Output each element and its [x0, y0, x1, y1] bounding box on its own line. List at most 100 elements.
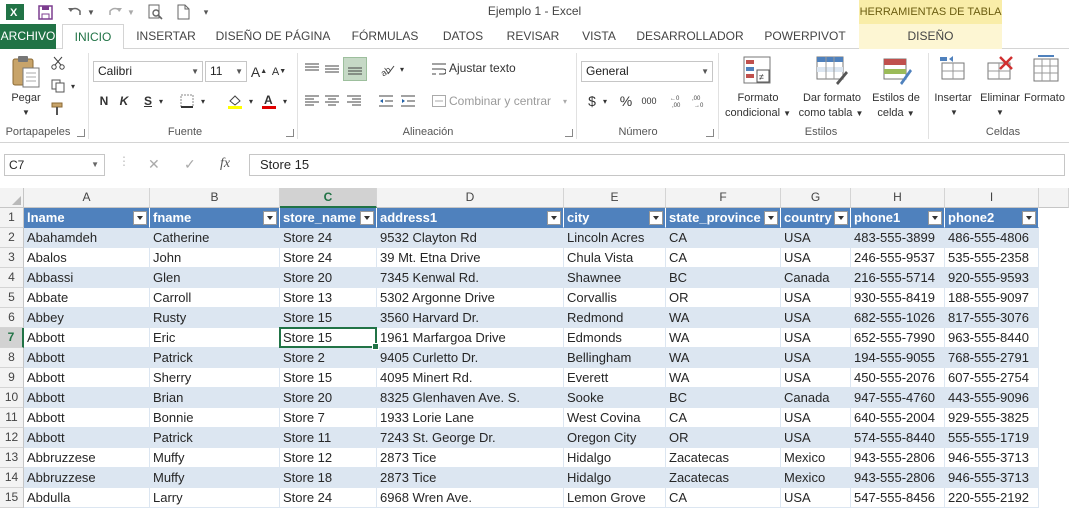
- table-header-phone2[interactable]: phone2: [945, 208, 1039, 228]
- table-cell[interactable]: Redmond: [564, 308, 666, 328]
- cancel-formula-icon[interactable]: ✕: [148, 156, 160, 173]
- borders-dropdown-icon[interactable]: ▾: [198, 91, 208, 111]
- table-cell[interactable]: 943-555-2806: [851, 468, 945, 488]
- formula-input[interactable]: Store 15: [249, 154, 1065, 176]
- font-launcher-icon[interactable]: [286, 129, 294, 137]
- table-cell[interactable]: 7243 St. George Dr.: [377, 428, 564, 448]
- align-right-icon[interactable]: [344, 91, 364, 111]
- font-size-select[interactable]: 11 ▼: [205, 61, 247, 82]
- table-cell[interactable]: 1933 Lorie Lane: [377, 408, 564, 428]
- table-cell[interactable]: 188-555-9097: [945, 288, 1039, 308]
- insert-dropdown-icon[interactable]: ▼: [948, 105, 960, 120]
- table-cell[interactable]: Carroll: [150, 288, 280, 308]
- table-cell[interactable]: Bellingham: [564, 348, 666, 368]
- table-cell[interactable]: 555-555-1719: [945, 428, 1039, 448]
- table-cell[interactable]: Store 7: [280, 408, 377, 428]
- table-cell[interactable]: Abdulla: [24, 488, 150, 508]
- table-cell[interactable]: 947-555-4760: [851, 388, 945, 408]
- table-cell[interactable]: Edmonds: [564, 328, 666, 348]
- table-cell[interactable]: 1961 Marfargoa Drive: [377, 328, 564, 348]
- currency-dropdown-icon[interactable]: ▾: [600, 91, 610, 111]
- table-cell[interactable]: Larry: [150, 488, 280, 508]
- table-cell[interactable]: USA: [781, 228, 851, 248]
- delete-dropdown-icon[interactable]: ▼: [994, 105, 1006, 120]
- table-cell[interactable]: Abbott: [24, 388, 150, 408]
- table-cell[interactable]: 607-555-2754: [945, 368, 1039, 388]
- table-cell[interactable]: Abbott: [24, 428, 150, 448]
- filter-dropdown-icon[interactable]: [649, 211, 663, 225]
- table-cell[interactable]: Mexico: [781, 448, 851, 468]
- table-cell[interactable]: USA: [781, 288, 851, 308]
- shrink-font-button[interactable]: A ▼: [270, 61, 288, 82]
- column-header-f[interactable]: F: [666, 188, 781, 208]
- column-header-e[interactable]: E: [564, 188, 666, 208]
- table-cell[interactable]: OR: [666, 288, 781, 308]
- table-cell[interactable]: Muffy: [150, 468, 280, 488]
- table-cell[interactable]: OR: [666, 428, 781, 448]
- table-cell[interactable]: Store 24: [280, 228, 377, 248]
- paste-dropdown-icon[interactable]: ▼: [20, 105, 32, 120]
- table-cell[interactable]: Store 11: [280, 428, 377, 448]
- conditional-format-button[interactable]: Formato: [722, 91, 794, 106]
- table-cell[interactable]: 5302 Argonne Drive: [377, 288, 564, 308]
- row-header-14[interactable]: 14: [0, 468, 24, 488]
- insert-cells-button[interactable]: Insertar: [930, 91, 976, 106]
- table-cell[interactable]: CA: [666, 228, 781, 248]
- increase-decimal-icon[interactable]: ←0,00: [668, 91, 688, 111]
- table-cell[interactable]: 817-555-3076: [945, 308, 1039, 328]
- table-cell[interactable]: Zacatecas: [666, 468, 781, 488]
- table-header-address1[interactable]: address1: [377, 208, 564, 228]
- tab-diseno[interactable]: DISEÑO: [859, 24, 1002, 49]
- table-cell[interactable]: USA: [781, 428, 851, 448]
- table-cell[interactable]: CA: [666, 248, 781, 268]
- table-cell[interactable]: Eric: [150, 328, 280, 348]
- table-cell[interactable]: Store 15: [280, 328, 377, 348]
- align-middle-icon[interactable]: [322, 59, 342, 79]
- conditional-format-icon[interactable]: ≠: [742, 55, 772, 88]
- table-cell[interactable]: Abalos: [24, 248, 150, 268]
- row-header-1[interactable]: 1: [0, 208, 24, 228]
- column-header-d[interactable]: D: [377, 188, 564, 208]
- table-cell[interactable]: Muffy: [150, 448, 280, 468]
- table-cell[interactable]: Canada: [781, 388, 851, 408]
- underline-dropdown-icon[interactable]: ▾: [156, 91, 166, 111]
- table-cell[interactable]: 486-555-4806: [945, 228, 1039, 248]
- table-cell[interactable]: Patrick: [150, 348, 280, 368]
- align-center-icon[interactable]: [322, 91, 342, 111]
- table-cell[interactable]: 2873 Tice: [377, 468, 564, 488]
- row-header-13[interactable]: 13: [0, 448, 24, 468]
- table-cell[interactable]: Abbott: [24, 348, 150, 368]
- name-box[interactable]: C7 ▼: [4, 154, 105, 176]
- paste-icon[interactable]: [10, 55, 42, 92]
- table-cell[interactable]: 640-555-2004: [851, 408, 945, 428]
- table-header-state-province[interactable]: state_province: [666, 208, 781, 228]
- table-cell[interactable]: Hidalgo: [564, 448, 666, 468]
- table-cell[interactable]: 8325 Glenhaven Ave. S.: [377, 388, 564, 408]
- number-launcher-icon[interactable]: [706, 129, 714, 137]
- number-format-select[interactable]: General ▼: [581, 61, 713, 82]
- table-cell[interactable]: Corvallis: [564, 288, 666, 308]
- filter-dropdown-icon[interactable]: [263, 211, 277, 225]
- table-cell[interactable]: Abbruzzese: [24, 448, 150, 468]
- filter-dropdown-icon[interactable]: [133, 211, 147, 225]
- table-cell[interactable]: Store 20: [280, 268, 377, 288]
- table-cell[interactable]: CA: [666, 488, 781, 508]
- table-cell[interactable]: Chula Vista: [564, 248, 666, 268]
- select-all-button[interactable]: [0, 188, 24, 208]
- table-cell[interactable]: 443-555-9096: [945, 388, 1039, 408]
- row-header-11[interactable]: 11: [0, 408, 24, 428]
- table-cell[interactable]: WA: [666, 348, 781, 368]
- table-cell[interactable]: 483-555-3899: [851, 228, 945, 248]
- table-cell[interactable]: Store 20: [280, 388, 377, 408]
- align-top-icon[interactable]: [302, 59, 322, 79]
- tab-insertar[interactable]: INSERTAR: [128, 24, 204, 49]
- table-cell[interactable]: John: [150, 248, 280, 268]
- table-cell[interactable]: 4095 Minert Rd.: [377, 368, 564, 388]
- clipboard-launcher-icon[interactable]: [77, 129, 85, 137]
- delete-cells-icon[interactable]: [984, 55, 1014, 88]
- table-cell[interactable]: Store 2: [280, 348, 377, 368]
- increase-indent-icon[interactable]: [398, 91, 418, 111]
- table-cell[interactable]: CA: [666, 408, 781, 428]
- row-header-7[interactable]: 7: [0, 328, 24, 348]
- table-cell[interactable]: Abbott: [24, 408, 150, 428]
